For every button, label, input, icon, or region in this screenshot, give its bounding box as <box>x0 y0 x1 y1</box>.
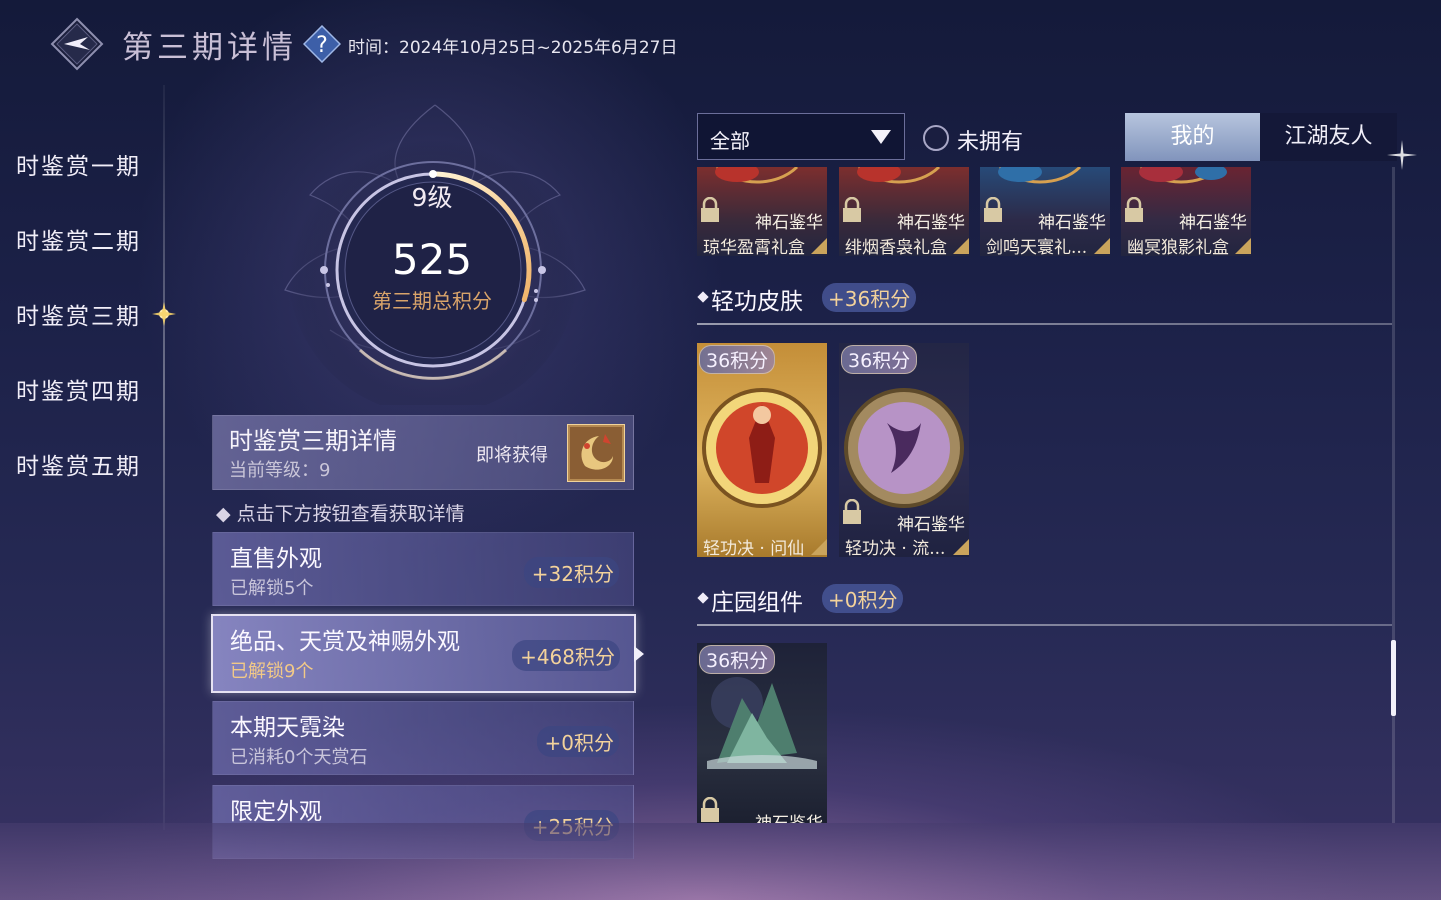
points-badge: +468积分 <box>512 640 620 671</box>
period-label: 时间： <box>348 38 399 58</box>
item-tag: 神石鉴华 <box>897 515 965 535</box>
bottom-fade <box>0 823 1441 900</box>
item-name: 幽冥狼影礼盒 <box>1127 238 1229 256</box>
item-name: 剑鸣天寰礼... <box>986 238 1088 256</box>
corner-mark-icon <box>953 238 969 254</box>
hint-text: ◆ 点击下方按钮查看获取详情 <box>216 503 465 525</box>
section-title: 庄园组件 <box>711 590 803 616</box>
help-button[interactable]: ? <box>302 24 342 64</box>
section-title: 轻功皮肤 <box>711 289 803 315</box>
upcoming-reward-icon[interactable] <box>567 424 625 482</box>
category-title: 直售外观 <box>230 546 322 572</box>
category-title: 绝品、天赏及神赐外观 <box>230 629 460 655</box>
item-card[interactable]: 神石鉴华 绯烟香袅礼盒 <box>839 167 969 256</box>
lock-icon <box>843 197 861 222</box>
item-card[interactable]: 神石鉴华 琼华盈霄礼盒 <box>697 167 827 256</box>
item-points: 36积分 <box>699 645 776 674</box>
item-card[interactable]: 36积分 轻功决 · 问仙 <box>697 343 827 557</box>
points-badge: +32积分 <box>523 557 619 588</box>
item-card[interactable]: 神石鉴华 幽冥狼影礼盒 <box>1121 167 1251 256</box>
lock-icon <box>701 197 719 222</box>
current-level: 当前等级：9 <box>229 460 331 481</box>
item-points: 36积分 <box>841 345 918 374</box>
not-owned-label[interactable]: 未拥有 <box>957 124 1023 156</box>
sidebar-divider <box>163 85 165 830</box>
sidebar-item-period-5[interactable]: 时鉴赏五期 <box>16 447 141 481</box>
lock-icon <box>843 499 861 524</box>
lock-icon <box>1125 197 1143 222</box>
item-card[interactable]: 36积分 神石鉴华 轻功决 · 流... <box>839 343 969 557</box>
filter-value: 全部 <box>710 129 750 153</box>
item-name: 轻功决 · 问仙 <box>703 539 805 557</box>
sidebar-item-period-1[interactable]: 时鉴赏一期 <box>16 147 141 181</box>
not-owned-radio[interactable] <box>922 124 950 152</box>
item-tag: 神石鉴华 <box>755 809 823 823</box>
item-points: 36积分 <box>699 345 776 374</box>
item-name: 琼华盈霄礼盒 <box>703 238 805 256</box>
back-button[interactable] <box>50 17 104 71</box>
svg-text:?: ? <box>316 33 328 58</box>
page-title: 第三期详情 <box>122 30 297 66</box>
selected-arrow-icon <box>634 646 644 662</box>
item-name: 轻功决 · 流... <box>845 539 946 557</box>
corner-mark-icon <box>811 238 827 254</box>
section-points-badge: +36积分 <box>822 283 917 312</box>
category-dye[interactable]: 本期天霓染 已消耗0个天赏石 +0积分 <box>212 701 634 775</box>
category-subtitle: 已解锁5个 <box>230 578 314 599</box>
item-tag: 神石鉴华 <box>897 213 965 233</box>
event-period: 时间：2024年10月25日~2025年6月27日 <box>348 33 677 58</box>
section-bullet <box>697 291 709 303</box>
tab-mine[interactable]: 我的 <box>1125 113 1260 161</box>
hint-label: 点击下方按钮查看获取详情 <box>236 503 465 525</box>
section-points-badge: +0积分 <box>822 584 904 613</box>
item-tag: 神石鉴华 <box>1038 213 1106 233</box>
item-tag: 神石鉴华 <box>1179 213 1247 233</box>
total-score-label: 第三期总积分 <box>372 289 492 313</box>
corner-mark-icon <box>1094 238 1110 254</box>
category-premium-outfits[interactable]: 绝品、天赏及神赐外观 已解锁9个 +468积分 <box>211 614 636 693</box>
sidebar-item-period-4[interactable]: 时鉴赏四期 <box>16 372 141 406</box>
item-card[interactable]: 36积分 神石鉴华 <box>697 643 827 823</box>
corner-mark-icon <box>1235 238 1251 254</box>
lock-icon <box>701 797 719 822</box>
corner-mark-icon <box>953 539 969 555</box>
category-direct-sale[interactable]: 直售外观 已解锁5个 +32积分 <box>212 532 634 606</box>
scrollbar-track[interactable] <box>1392 167 1395 823</box>
item-card[interactable]: 神石鉴华 剑鸣天寰礼... <box>980 167 1110 256</box>
category-subtitle: 已解锁9个 <box>230 661 314 682</box>
period-value: 2024年10月25日~2025年6月27日 <box>399 38 678 58</box>
section-divider <box>697 624 1392 626</box>
question-icon: ? <box>302 24 342 64</box>
scrollbar-thumb[interactable] <box>1391 640 1396 716</box>
item-art <box>702 388 822 508</box>
section-divider <box>697 323 1392 325</box>
active-marker-icon <box>152 302 176 326</box>
points-badge: +0积分 <box>536 726 619 757</box>
lock-icon <box>984 197 1002 222</box>
sidebar-item-period-3[interactable]: 时鉴赏三期 <box>16 297 141 331</box>
level-label: 9级 <box>411 183 453 212</box>
tab-friends[interactable]: 江湖友人 <box>1260 113 1397 161</box>
sparkle-icon <box>1387 140 1417 170</box>
sidebar-item-period-2[interactable]: 时鉴赏二期 <box>16 222 141 256</box>
section-bullet <box>697 592 709 604</box>
item-tag: 神石鉴华 <box>755 213 823 233</box>
detail-title: 时鉴赏三期详情 <box>229 427 397 455</box>
chevron-down-icon <box>871 130 891 144</box>
category-title: 本期天霓染 <box>230 715 345 741</box>
upcoming-reward-label: 即将获得 <box>476 445 548 466</box>
corner-mark-icon <box>811 539 827 555</box>
item-name: 绯烟香袅礼盒 <box>845 238 947 256</box>
total-score: 525 <box>391 235 473 284</box>
back-arrow-icon <box>50 17 104 71</box>
category-subtitle: 已消耗0个天赏石 <box>230 747 368 768</box>
category-title: 限定外观 <box>230 799 322 825</box>
